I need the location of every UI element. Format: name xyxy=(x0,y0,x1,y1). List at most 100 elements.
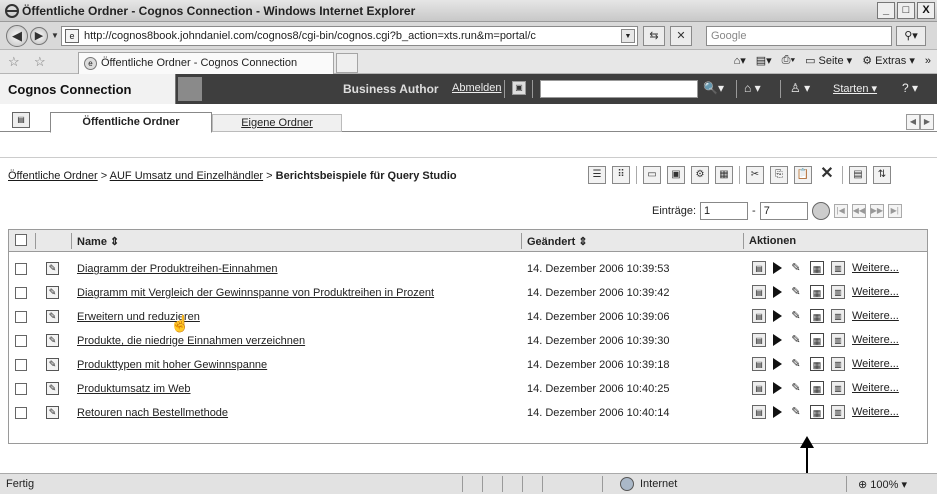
more-actions-link[interactable]: Weitere... xyxy=(852,310,899,322)
url-field[interactable]: e http://cognos8book.johndaniel.com/cogn… xyxy=(61,26,638,46)
breadcrumb-parent[interactable]: AUF Umsatz und Einzelhändler xyxy=(110,170,263,182)
run-with-options-icon[interactable] xyxy=(773,358,782,370)
stop-button[interactable]: ✕ xyxy=(670,26,692,46)
print-icon[interactable]: ⎙▾ xyxy=(782,54,795,67)
set-properties-icon[interactable]: ▤ xyxy=(752,405,766,419)
home-icon[interactable]: ⌂▾ xyxy=(734,54,746,67)
history-dropdown-icon[interactable]: ▼ xyxy=(51,31,59,40)
header-search-input[interactable] xyxy=(540,80,698,98)
row-checkbox[interactable] xyxy=(15,407,27,419)
more-actions-link[interactable]: Weitere... xyxy=(852,382,899,394)
properties-icon[interactable]: ▤ xyxy=(849,166,867,184)
row-checkbox[interactable] xyxy=(15,359,27,371)
open-with-query-studio-icon[interactable]: ✎ xyxy=(789,357,803,371)
order-icon[interactable]: ⇅ xyxy=(873,166,891,184)
more-chevron-icon[interactable]: » xyxy=(925,55,931,67)
search-options-icon[interactable]: 🔍▾ xyxy=(703,81,724,95)
open-with-query-studio-icon[interactable]: ✎ xyxy=(789,309,803,323)
tab-scroll-left-icon[interactable]: ◀ xyxy=(906,114,920,130)
security-zone[interactable]: Internet xyxy=(640,478,677,490)
open-with-analysis-icon[interactable]: ▦ xyxy=(810,357,824,371)
row-checkbox[interactable] xyxy=(15,383,27,395)
schedule-icon[interactable]: ▥ xyxy=(831,285,845,299)
open-with-analysis-icon[interactable]: ▦ xyxy=(810,381,824,395)
breadcrumb-root[interactable]: Öffentliche Ordner xyxy=(8,170,98,182)
tab-menu-icon[interactable]: ▤ xyxy=(12,112,30,128)
copy-icon[interactable]: ⎘ xyxy=(770,166,788,184)
minimize-button[interactable]: _ xyxy=(877,2,895,19)
new-folder-icon[interactable]: ▭ xyxy=(643,166,661,184)
prev-page-icon[interactable]: ◀◀ xyxy=(851,204,866,218)
schedule-icon[interactable]: ▥ xyxy=(831,357,845,371)
paste-icon[interactable]: 📋 xyxy=(794,166,812,184)
add-favorite-icon[interactable]: ☆ xyxy=(34,54,46,70)
report-link[interactable]: Retouren nach Bestellmethode xyxy=(77,407,228,419)
more-actions-link[interactable]: Weitere... xyxy=(852,286,899,298)
run-with-options-icon[interactable] xyxy=(773,382,782,394)
report-link[interactable]: Produkte, die niedrige Einnahmen verzeic… xyxy=(77,335,305,347)
open-with-analysis-icon[interactable]: ▦ xyxy=(810,405,824,419)
open-with-analysis-icon[interactable]: ▦ xyxy=(810,333,824,347)
open-with-analysis-icon[interactable]: ▦ xyxy=(810,309,824,323)
set-properties-icon[interactable]: ▤ xyxy=(752,381,766,395)
pager-to-input[interactable]: 7 xyxy=(759,202,808,220)
schedule-icon[interactable]: ▥ xyxy=(831,261,845,275)
select-all-checkbox[interactable] xyxy=(15,234,27,246)
close-button[interactable]: X xyxy=(917,2,935,19)
new-tab-button[interactable] xyxy=(336,53,358,73)
set-properties-icon[interactable]: ▤ xyxy=(752,285,766,299)
report-link[interactable]: Produktumsatz im Web xyxy=(77,383,191,395)
help-menu[interactable]: ? ▾ xyxy=(902,81,918,95)
tools-menu[interactable]: ⚙ Extras ▾ xyxy=(862,54,915,67)
more-actions-link[interactable]: Weitere... xyxy=(852,406,899,418)
list-view-icon[interactable]: ☰ xyxy=(588,166,606,184)
row-checkbox[interactable] xyxy=(15,263,27,275)
home-menu-icon[interactable]: ⌂ ▾ xyxy=(744,81,761,95)
pager-from-input[interactable]: 1 xyxy=(700,202,749,220)
pager-go-button[interactable] xyxy=(811,202,830,220)
set-properties-icon[interactable]: ▤ xyxy=(752,333,766,347)
run-with-options-icon[interactable] xyxy=(773,406,782,418)
new-page-icon[interactable]: ▦ xyxy=(715,166,733,184)
open-with-query-studio-icon[interactable]: ✎ xyxy=(789,333,803,347)
search-input[interactable]: Google xyxy=(706,26,892,46)
last-page-icon[interactable]: ▶| xyxy=(887,204,902,218)
tab-public-folders[interactable]: Öffentliche Ordner xyxy=(50,112,212,133)
schedule-icon[interactable]: ▥ xyxy=(831,405,845,419)
next-page-icon[interactable]: ▶▶ xyxy=(869,204,884,218)
zoom-level[interactable]: ⊕ 100% ▾ xyxy=(858,478,907,491)
new-url-icon[interactable]: ▣ xyxy=(667,166,685,184)
logout-link[interactable]: Abmelden xyxy=(452,82,502,94)
url-dropdown-icon[interactable]: ▼ xyxy=(621,29,635,43)
more-actions-link[interactable]: Weitere... xyxy=(852,358,899,370)
open-with-query-studio-icon[interactable]: ✎ xyxy=(789,405,803,419)
schedule-icon[interactable]: ▥ xyxy=(831,381,845,395)
report-link[interactable]: Produkttypen mit hoher Gewinnspanne xyxy=(77,359,267,371)
row-checkbox[interactable] xyxy=(15,287,27,299)
new-job-icon[interactable]: ⚙ xyxy=(691,166,709,184)
open-with-analysis-icon[interactable]: ▦ xyxy=(810,261,824,275)
tab-my-folders[interactable]: Eigene Ordner xyxy=(212,114,342,132)
details-view-icon[interactable]: ⠿ xyxy=(612,166,630,184)
column-modified[interactable]: Geändert ⇕ xyxy=(527,235,588,248)
user-menu-icon[interactable]: ♙ ▾ xyxy=(790,81,810,95)
open-with-query-studio-icon[interactable]: ✎ xyxy=(789,285,803,299)
page-menu[interactable]: ▭ Seite ▾ xyxy=(805,54,852,67)
browser-tab[interactable]: e Öffentliche Ordner - Cognos Connection xyxy=(78,52,334,74)
first-page-icon[interactable]: |◀ xyxy=(833,204,848,218)
feeds-icon[interactable]: ▤▾ xyxy=(756,54,772,67)
report-link[interactable]: Diagramm der Produktreihen-Einnahmen xyxy=(77,263,278,275)
launch-menu[interactable]: Starten ▾ xyxy=(833,82,877,95)
more-actions-link[interactable]: Weitere... xyxy=(852,334,899,346)
schedule-icon[interactable]: ▥ xyxy=(831,309,845,323)
forward-button[interactable]: ▶ xyxy=(30,27,48,45)
open-with-query-studio-icon[interactable]: ✎ xyxy=(789,381,803,395)
open-with-analysis-icon[interactable]: ▦ xyxy=(810,285,824,299)
run-with-options-icon[interactable] xyxy=(773,262,782,274)
my-area-icon[interactable]: ▣ xyxy=(512,81,526,95)
cut-icon[interactable]: ✂ xyxy=(746,166,764,184)
search-button[interactable]: ⚲▾ xyxy=(896,26,926,46)
run-with-options-icon[interactable] xyxy=(773,334,782,346)
delete-icon[interactable]: ✕ xyxy=(818,166,836,184)
row-checkbox[interactable] xyxy=(15,311,27,323)
